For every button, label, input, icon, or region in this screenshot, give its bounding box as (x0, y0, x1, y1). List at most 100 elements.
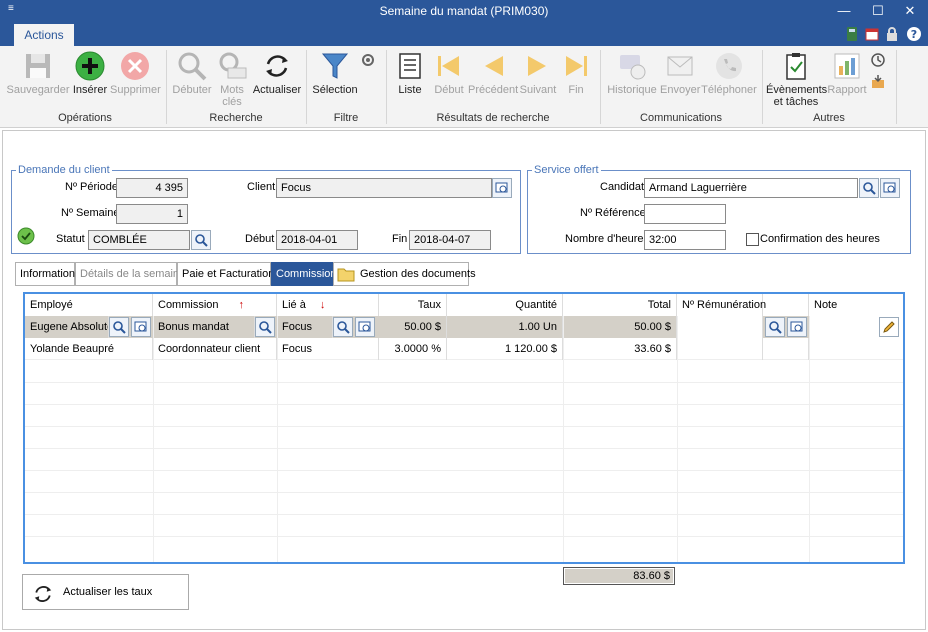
quantity-cell[interactable]: 1.00 Un (447, 316, 563, 338)
commission-cell[interactable]: Coordonnateur client (153, 338, 277, 360)
last-record-button[interactable]: Fin (560, 50, 592, 96)
total-cell[interactable]: 50.00 $ (563, 316, 677, 338)
employee-cell[interactable]: Yolande Beaupré (25, 338, 153, 360)
insert-button[interactable]: Insérer (72, 50, 108, 96)
column-header-remuneration[interactable]: Nº Rémunération (677, 294, 766, 316)
commission-cell[interactable]: Bonus mandat (153, 316, 255, 338)
linked-cell[interactable]: Focus (277, 338, 379, 360)
tab-week-details[interactable]: Détails de la semaine (75, 262, 185, 286)
inbox-tray-icon[interactable] (870, 74, 886, 90)
employee-search-button[interactable] (109, 317, 129, 337)
column-header-quantity[interactable]: Quantité (447, 294, 563, 316)
column-header-commission[interactable]: Commission ↑ (153, 294, 277, 316)
tab-commission[interactable]: Commission (271, 262, 337, 286)
linked-lookup-button[interactable] (355, 317, 375, 337)
next-record-button[interactable]: Suivant (518, 50, 558, 96)
commission-search-button[interactable] (255, 317, 275, 337)
start-date-field[interactable]: 2018-04-01 (276, 230, 358, 250)
report-button[interactable]: Rapport (826, 50, 868, 96)
end-date-field[interactable]: 2018-04-07 (409, 230, 491, 250)
group-operations: Opérations (58, 112, 112, 124)
column-header-linked[interactable]: Lié à ↓ (277, 294, 379, 316)
column-header-total[interactable]: Total (563, 294, 677, 316)
column-header-note[interactable]: Note (809, 294, 903, 316)
minimize-button[interactable]: — (832, 2, 856, 20)
client-field[interactable]: Focus (276, 178, 492, 198)
tab-information[interactable]: Information (15, 262, 75, 286)
tab-actions[interactable]: Actions (14, 24, 74, 46)
next-arrow-icon (528, 56, 546, 76)
previous-record-button[interactable]: Précédent (468, 50, 518, 96)
help-icon[interactable]: ? (906, 26, 922, 42)
events-tasks-button[interactable]: Évènements et tâches (766, 50, 827, 108)
column-header-blank[interactable] (763, 294, 809, 316)
grid-col-line (563, 316, 564, 562)
note-cell[interactable] (809, 338, 903, 360)
candidate-lookup-button[interactable] (880, 178, 900, 198)
history-button[interactable]: Historique (606, 50, 658, 96)
save-button[interactable]: Sauvegarder (6, 50, 70, 96)
refresh-button[interactable]: Actualiser (252, 50, 302, 96)
group-filtre: Filtre (333, 112, 359, 124)
lookup-window-icon (883, 182, 896, 193)
close-button[interactable]: ✕ (898, 2, 922, 20)
candidate-search-button[interactable] (859, 178, 879, 198)
remuneration-lookup-button[interactable] (787, 317, 807, 337)
maximize-button[interactable]: ☐ (866, 2, 890, 20)
start-search-button[interactable]: Débuter (170, 50, 214, 96)
grid-row-line (25, 536, 903, 537)
filter-settings-gear-icon[interactable] (360, 52, 376, 68)
confirm-hours-label: Confirmation des heures (760, 233, 880, 245)
tab-document-management[interactable]: Gestion des documents (333, 262, 476, 286)
total-cell[interactable]: 33.60 $ (563, 338, 677, 360)
send-button[interactable]: Envoyer (660, 50, 700, 96)
grid-row-line (25, 492, 903, 493)
status-field[interactable]: COMBLÉE (88, 230, 190, 250)
lookup-window-icon (790, 321, 803, 332)
table-row[interactable]: Eugene Absolute Bonus mandat Focus 50.00… (25, 316, 903, 338)
blank-cell[interactable] (763, 338, 809, 360)
remuneration-search-button[interactable] (765, 317, 785, 337)
rate-cell[interactable]: 50.00 $ (379, 316, 447, 338)
quantity-cell[interactable]: 1 120.00 $ (447, 338, 563, 360)
refresh-rates-button[interactable]: Actualiser les taux (22, 574, 189, 610)
linked-search-button[interactable] (333, 317, 353, 337)
employee-lookup-button[interactable] (131, 317, 151, 337)
first-arrow-icon (438, 56, 459, 76)
period-field[interactable]: 4 395 (116, 178, 188, 198)
envelope-icon (667, 56, 693, 76)
remuneration-cell[interactable] (677, 316, 763, 338)
candidate-label: Candidat (600, 181, 645, 193)
candidate-field[interactable]: Armand Laguerrière (644, 178, 858, 198)
status-search-button[interactable] (191, 230, 211, 250)
linked-cell[interactable]: Focus (277, 316, 333, 338)
phone-button[interactable]: Téléphoner (700, 50, 758, 96)
keywords-button[interactable]: Mots clés (214, 50, 250, 108)
column-header-rate[interactable]: Taux (379, 294, 447, 316)
ribbon-separator (386, 50, 387, 124)
magnifier-icon (178, 52, 207, 81)
previous-arrow-icon (485, 56, 503, 76)
save-icon (26, 54, 50, 78)
lock-icon[interactable] (884, 26, 900, 42)
calculator-icon[interactable] (844, 26, 860, 42)
table-row[interactable]: Yolande Beaupré Coordonnateur client Foc… (25, 338, 903, 360)
list-button[interactable]: Liste (392, 50, 428, 96)
client-lookup-button[interactable] (492, 178, 512, 198)
tab-pay-billing[interactable]: Paie et Facturation (177, 262, 274, 286)
week-field[interactable]: 1 (116, 204, 188, 224)
edit-note-button[interactable] (879, 317, 899, 337)
confirm-hours-checkbox[interactable] (746, 233, 759, 246)
clock-history-icon[interactable] (870, 52, 886, 68)
lookup-window-icon (358, 321, 371, 332)
rate-cell[interactable]: 3.0000 % (379, 338, 447, 360)
column-header-employee[interactable]: Employé (25, 294, 153, 316)
remuneration-cell[interactable] (677, 338, 763, 360)
reference-field[interactable] (644, 204, 726, 224)
delete-button[interactable]: Supprimer (110, 50, 161, 96)
calendar-icon[interactable] (864, 26, 880, 42)
employee-cell[interactable]: Eugene Absolute (25, 316, 109, 338)
first-record-button[interactable]: Début (432, 50, 466, 96)
hours-field[interactable]: 32:00 (644, 230, 726, 250)
filter-selection-button[interactable]: Sélection (310, 50, 360, 96)
